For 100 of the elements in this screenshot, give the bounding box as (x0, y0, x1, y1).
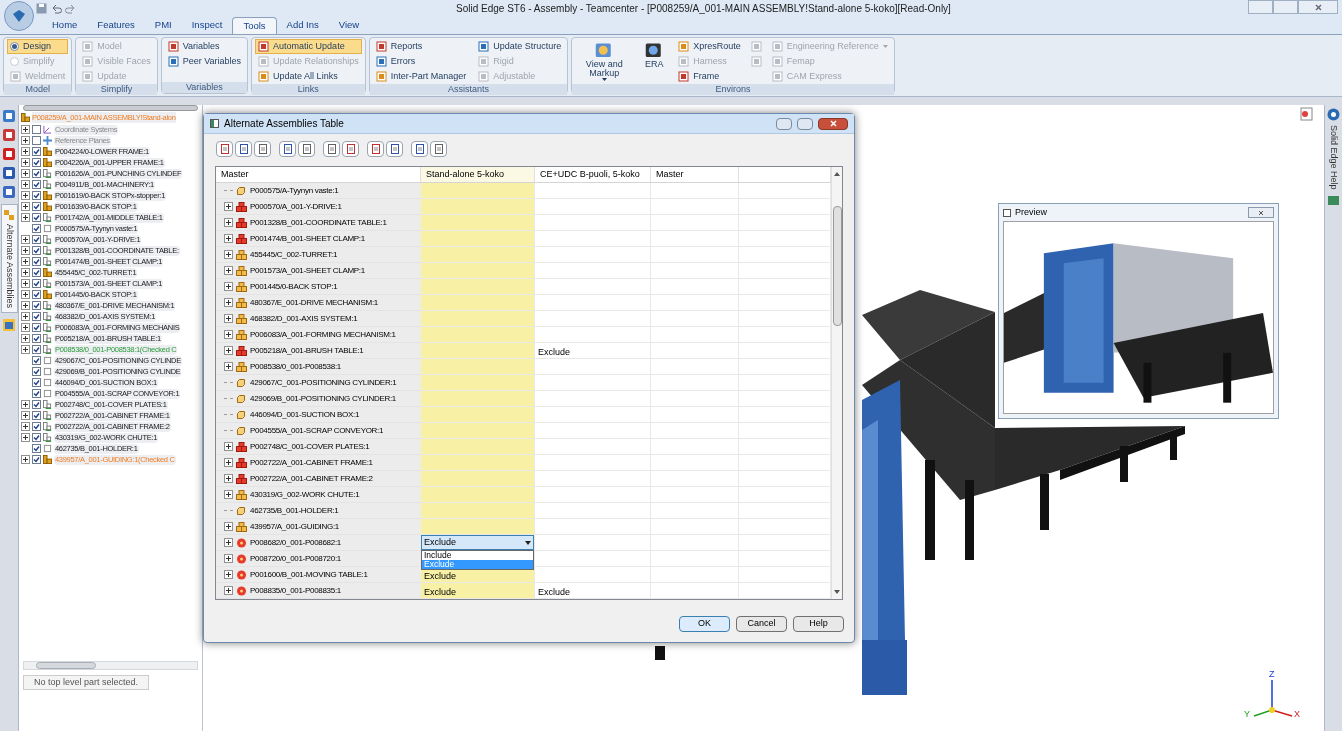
scroll-thumb[interactable] (36, 661, 96, 669)
ribbon-tab[interactable]: View (328, 17, 370, 34)
close-button[interactable] (1248, 207, 1274, 218)
vertical-scrollbar[interactable] (831, 167, 842, 599)
save-icon[interactable] (36, 3, 47, 14)
expand-icon[interactable] (224, 202, 233, 211)
panel-icon[interactable] (2, 166, 16, 180)
checkbox[interactable] (32, 224, 41, 233)
toolbar-button[interactable] (342, 141, 359, 157)
ribbon-button[interactable]: ERA (639, 39, 670, 70)
expand-icon[interactable] (224, 570, 233, 579)
minimize-button[interactable] (776, 117, 792, 130)
ribbon-button[interactable]: Automatic Update (255, 39, 362, 54)
ribbon-button[interactable]: Peer Variables (164, 54, 245, 69)
ribbon-tab[interactable]: Home (42, 17, 88, 34)
scroll-thumb[interactable] (832, 206, 842, 326)
expand-icon[interactable] (21, 301, 30, 310)
expand-icon[interactable] (21, 334, 30, 343)
ribbon-button[interactable]: Errors (372, 54, 470, 69)
checkbox[interactable] (32, 191, 41, 200)
toolbar-button[interactable] (254, 141, 271, 157)
expand-icon[interactable] (21, 125, 30, 134)
ribbon-tab[interactable]: Add Ins (276, 17, 329, 34)
expand-icon[interactable] (21, 158, 30, 167)
checkbox[interactable] (32, 169, 41, 178)
redo-icon[interactable] (65, 3, 77, 14)
expand-icon[interactable] (21, 345, 30, 354)
checkbox[interactable] (32, 235, 41, 244)
expand-icon[interactable] (21, 268, 30, 277)
scroll-up-icon[interactable] (834, 172, 840, 176)
expand-icon[interactable] (21, 169, 30, 178)
dialog-button[interactable]: Cancel (736, 616, 787, 632)
expand-icon[interactable] (224, 234, 233, 243)
expand-icon[interactable] (21, 323, 30, 332)
toolbar-button[interactable] (386, 141, 403, 157)
checkbox[interactable] (32, 334, 41, 343)
expand-icon[interactable] (21, 411, 30, 420)
checkbox[interactable] (32, 268, 41, 277)
checkbox[interactable] (32, 257, 41, 266)
checkbox[interactable] (32, 246, 41, 255)
exclude-dropdown[interactable]: Exclude (421, 535, 534, 550)
expand-icon[interactable] (21, 246, 30, 255)
checkbox[interactable] (32, 444, 41, 453)
toolbar-button[interactable] (411, 141, 428, 157)
ribbon-button[interactable]: Reports (372, 39, 470, 54)
expand-icon[interactable] (224, 218, 233, 227)
expand-icon[interactable] (224, 346, 233, 355)
checkbox[interactable] (32, 367, 41, 376)
expand-icon[interactable] (224, 266, 233, 275)
checkbox[interactable] (32, 411, 41, 420)
expand-icon[interactable] (224, 362, 233, 371)
side-tab[interactable]: Alternate Assemblies (0, 204, 18, 314)
expand-icon[interactable] (224, 474, 233, 483)
ribbon-tab[interactable]: Tools (232, 17, 277, 34)
ribbon-tab[interactable]: Inspect (181, 17, 233, 34)
expand-icon[interactable] (21, 312, 30, 321)
expand-icon[interactable] (21, 147, 30, 156)
dialog-button[interactable]: OK (679, 616, 730, 632)
toolbar-button[interactable] (216, 141, 233, 157)
horizontal-scrollbar[interactable] (23, 660, 198, 670)
ribbon-button[interactable]: Update Structure (475, 39, 565, 54)
checkbox[interactable] (32, 389, 41, 398)
expand-icon[interactable] (224, 586, 233, 595)
ribbon-button[interactable]: View and Markup (575, 39, 634, 82)
expand-icon[interactable] (224, 298, 233, 307)
expand-icon[interactable] (21, 191, 30, 200)
expand-icon[interactable] (21, 433, 30, 442)
expand-icon[interactable] (224, 330, 233, 339)
panel-icon[interactable] (2, 147, 16, 161)
expand-icon[interactable] (224, 554, 233, 563)
ribbon-tab[interactable]: PMI (144, 17, 182, 34)
expand-icon[interactable] (21, 257, 30, 266)
checkbox[interactable] (32, 158, 41, 167)
checkbox[interactable] (32, 422, 41, 431)
checkbox[interactable] (32, 202, 41, 211)
expand-icon[interactable] (21, 180, 30, 189)
expand-icon[interactable] (224, 538, 233, 547)
checkbox[interactable] (32, 345, 41, 354)
undo-icon[interactable] (50, 3, 62, 14)
expand-icon[interactable] (21, 455, 30, 464)
checkbox[interactable] (32, 400, 41, 409)
ribbon-button[interactable]: Frame (675, 69, 744, 84)
toolbar-button[interactable] (367, 141, 384, 157)
checkbox[interactable] (32, 301, 41, 310)
checkbox[interactable] (32, 312, 41, 321)
checkbox[interactable] (32, 378, 41, 387)
expand-icon[interactable] (21, 279, 30, 288)
toolbar-button[interactable] (298, 141, 315, 157)
expand-icon[interactable] (224, 442, 233, 451)
expand-icon[interactable] (224, 282, 233, 291)
help-icon[interactable] (2, 318, 16, 333)
expand-icon[interactable] (21, 202, 30, 211)
checkbox[interactable] (32, 180, 41, 189)
ribbon-button[interactable]: Inter-Part Manager (372, 69, 470, 84)
checkbox[interactable] (32, 279, 41, 288)
checkbox[interactable] (32, 356, 41, 365)
panel-icon[interactable] (1327, 193, 1340, 207)
checkbox[interactable] (32, 433, 41, 442)
expand-icon[interactable] (21, 400, 30, 409)
checkbox[interactable] (32, 136, 41, 145)
